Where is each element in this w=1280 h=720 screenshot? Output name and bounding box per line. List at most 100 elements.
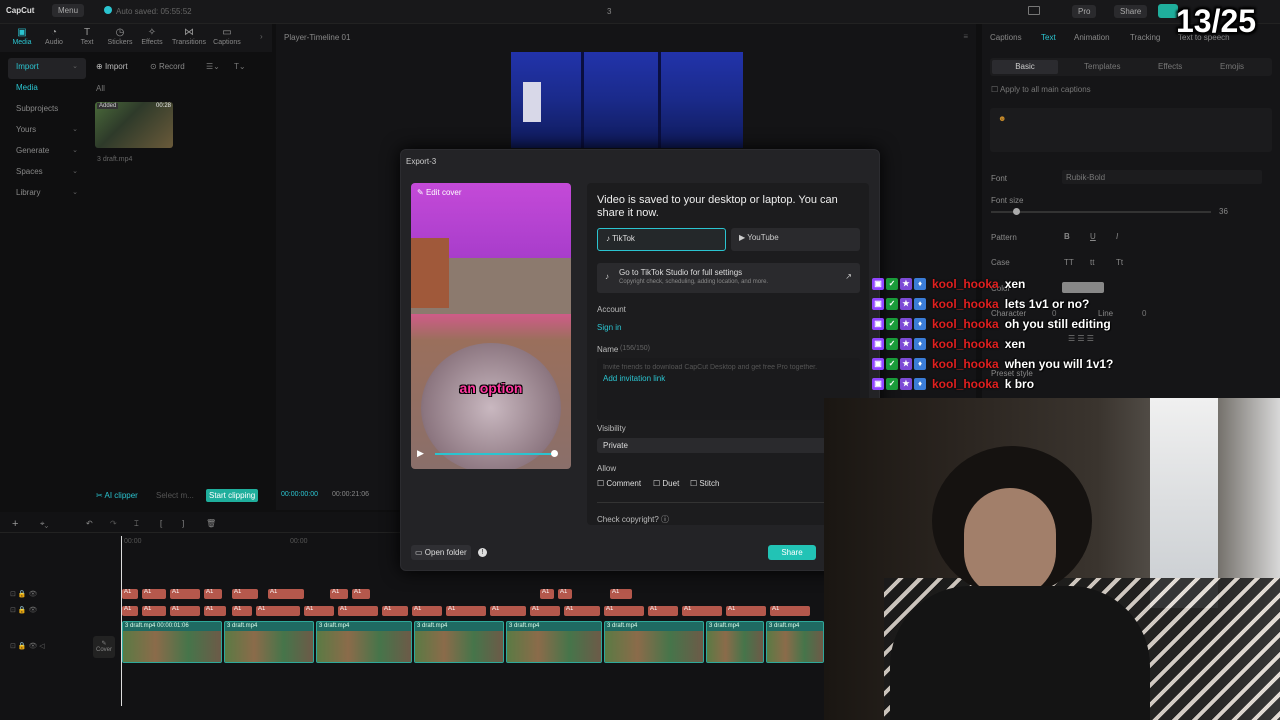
tab-text[interactable]: Text — [1041, 33, 1056, 42]
bold-icon[interactable]: B — [1064, 232, 1070, 241]
apply-all-checkbox[interactable]: ☐ Apply to all main captions — [991, 85, 1091, 94]
select-media[interactable]: Select m... — [156, 491, 194, 500]
filter-all[interactable]: All — [96, 84, 105, 93]
sign-in-link[interactable]: Sign in — [597, 323, 621, 332]
tool-media[interactable]: ▣ Media — [5, 27, 39, 46]
track-controls-video[interactable]: ⊡ 🔒 👁 ◁ — [10, 642, 45, 650]
text-clip[interactable]: A1 — [170, 589, 200, 599]
text-clip[interactable]: A1 — [682, 606, 722, 616]
visibility-select[interactable]: Private — [597, 438, 860, 453]
import-button[interactable]: ⊕ Import — [96, 62, 128, 71]
text-clip[interactable]: A1 — [352, 589, 370, 599]
tab-captions[interactable]: Captions — [990, 33, 1022, 42]
text-clip[interactable]: A1 — [558, 589, 572, 599]
text-clip[interactable]: A1 — [564, 606, 600, 616]
text-clip[interactable]: A1 — [604, 606, 644, 616]
uppercase-icon[interactable]: TT — [1064, 258, 1074, 267]
filter-icon[interactable]: T⌄ — [234, 62, 246, 71]
tiktok-studio-link[interactable]: ♪ Go to TikTok Studio for full settings … — [597, 263, 860, 293]
video-clip[interactable]: 3 draft.mp4 — [224, 621, 314, 663]
subtab-emojis[interactable]: Emojis — [1220, 62, 1244, 71]
player-menu-icon[interactable]: ≡ — [963, 32, 968, 41]
text-clip[interactable]: A1 — [610, 589, 632, 599]
text-clip[interactable]: A1 — [490, 606, 526, 616]
video-clip[interactable]: 3 draft.mp4 — [604, 621, 704, 663]
text-clip[interactable]: A1 — [446, 606, 486, 616]
trim-left-icon[interactable]: [ — [160, 519, 162, 528]
select-tool-icon[interactable]: ⌖⌄ — [40, 519, 48, 529]
media-thumbnail[interactable]: Added 00:28 — [95, 102, 173, 148]
chevron-right-icon[interactable]: › — [260, 32, 263, 41]
tool-captions[interactable]: ▭ Captions — [210, 27, 244, 46]
lowercase-icon[interactable]: tt — [1090, 258, 1094, 267]
side-item-generate[interactable]: Generate ⌄ — [8, 142, 86, 163]
cover-button[interactable]: ✎ Cover — [93, 636, 115, 658]
progress-handle[interactable] — [551, 450, 558, 457]
comment-checkbox[interactable]: ☐ Comment — [597, 479, 641, 488]
invite-link[interactable]: Add invitation link — [603, 374, 665, 383]
tool-text[interactable]: T Text — [70, 27, 104, 46]
subtab-effects[interactable]: Effects — [1158, 62, 1182, 71]
delete-icon[interactable]: 🗑 — [206, 519, 216, 528]
text-clip[interactable]: A1 — [122, 606, 138, 616]
check-copyright[interactable]: Check copyright? ⓘ — [597, 514, 669, 525]
side-item-library[interactable]: Library ⌄ — [8, 184, 86, 205]
text-clip[interactable]: A1 — [142, 606, 166, 616]
tool-transitions[interactable]: ⋈ Transitions — [172, 27, 206, 46]
track-controls-1[interactable]: ⊡ 🔒 👁 — [10, 590, 37, 598]
video-clip[interactable]: 3 draft.mp4 — [414, 621, 504, 663]
split-icon[interactable]: ⌶ — [134, 519, 139, 529]
font-size-slider[interactable] — [991, 208, 1211, 215]
slider-handle[interactable] — [1013, 208, 1020, 215]
text-clip[interactable]: A1 — [330, 589, 348, 599]
font-size-value[interactable]: 36 — [1219, 207, 1228, 216]
menu-button[interactable]: Menu — [52, 4, 85, 17]
side-item-import[interactable]: Import ⌄ — [8, 58, 86, 79]
subtab-templates[interactable]: Templates — [1084, 62, 1120, 71]
trim-right-icon[interactable]: ] — [182, 519, 184, 528]
text-clip[interactable]: A1 — [204, 606, 226, 616]
duet-checkbox[interactable]: ☐ Duet — [653, 479, 679, 488]
pro-button[interactable]: Pro — [1072, 5, 1097, 18]
info-icon[interactable]: ! — [478, 548, 487, 557]
start-clipping-button[interactable]: Start clipping — [206, 489, 259, 502]
text-clip[interactable]: A1 — [256, 606, 300, 616]
redo-icon[interactable]: ↷ — [110, 519, 117, 528]
play-icon[interactable]: ▶ — [417, 448, 424, 459]
text-clip[interactable]: A1 — [726, 606, 766, 616]
text-clip[interactable]: A1 — [412, 606, 442, 616]
text-clip[interactable]: A1 — [648, 606, 678, 616]
text-clip[interactable]: A1 — [770, 606, 810, 616]
tab-animation[interactable]: Animation — [1074, 33, 1110, 42]
titlecase-icon[interactable]: Tt — [1116, 258, 1123, 267]
text-clip[interactable]: A1 — [232, 589, 258, 599]
side-item-yours[interactable]: Yours ⌄ — [8, 121, 86, 142]
italic-icon[interactable]: I — [1116, 232, 1118, 241]
text-clip[interactable]: A1 — [540, 589, 554, 599]
text-clip[interactable]: A1 — [232, 606, 252, 616]
stitch-checkbox[interactable]: ☐ Stitch — [690, 479, 719, 488]
open-folder-button[interactable]: ▭ Open folder — [411, 545, 471, 560]
caption-text-box[interactable]: ☻ — [990, 108, 1272, 152]
side-item-media[interactable]: Media — [8, 79, 86, 100]
tool-stickers[interactable]: ◷ Stickers — [103, 27, 137, 46]
tool-effects[interactable]: ✧ Effects — [135, 27, 169, 46]
text-clip[interactable]: A1 — [142, 589, 166, 599]
preview-progress[interactable] — [435, 450, 558, 457]
text-clip[interactable]: A1 — [338, 606, 378, 616]
edit-cover-button[interactable]: ✎ Edit cover — [417, 188, 462, 197]
font-select[interactable]: Rubik-Bold — [1062, 170, 1262, 184]
export-button[interactable] — [1158, 4, 1178, 18]
text-clip[interactable]: A1 — [304, 606, 334, 616]
video-clip[interactable]: 3 draft.mp4 00:00:01:06 — [122, 621, 222, 663]
video-clip[interactable]: 3 draft.mp4 — [766, 621, 824, 663]
tool-audio[interactable]: ◔ Audio — [37, 27, 71, 46]
tiktok-tab[interactable]: ♪ TikTok — [597, 228, 726, 251]
underline-icon[interactable]: U — [1090, 232, 1096, 241]
cover-preview[interactable]: ✎ Edit cover an option ▶ — [411, 183, 571, 469]
tab-tracking[interactable]: Tracking — [1130, 33, 1160, 42]
video-clip[interactable]: 3 draft.mp4 — [506, 621, 602, 663]
text-clip[interactable]: A1 — [170, 606, 200, 616]
sort-icon[interactable]: ☰⌄ — [206, 62, 220, 71]
share-button[interactable]: Share — [768, 545, 816, 560]
